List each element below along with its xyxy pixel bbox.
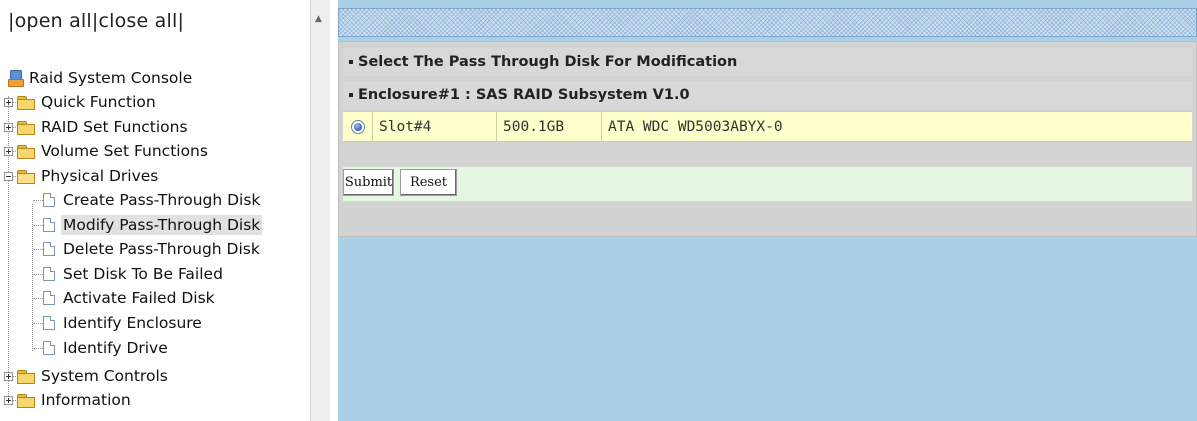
separator: |: [177, 10, 185, 32]
tree-item-identify-drive[interactable]: Identify Drive: [43, 336, 170, 360]
folder-icon: [17, 120, 35, 135]
tree-item-information[interactable]: Information: [4, 388, 133, 412]
folder-icon: [17, 393, 35, 408]
page-icon: [43, 242, 55, 256]
enclosure-header: Enclosure#1 : SAS RAID Subsystem V1.0: [343, 81, 1192, 109]
page-icon: [43, 291, 55, 305]
tree-root[interactable]: Raid System Console: [0, 66, 194, 90]
page-icon: [43, 341, 55, 355]
panel-footer: [343, 208, 1192, 232]
tree-item-system-controls[interactable]: System Controls: [4, 364, 170, 388]
top-banner: [338, 8, 1197, 37]
panel-header: Select The Pass Through Disk For Modific…: [343, 48, 1192, 76]
folder-open-icon: [17, 169, 35, 184]
tree-item-activate-failed-disk[interactable]: Activate Failed Disk: [43, 286, 217, 310]
bullet-icon: [349, 93, 353, 97]
drive-radio-button[interactable]: [351, 119, 365, 134]
tree-item-label: Delete Pass-Through Disk: [63, 240, 260, 258]
page-icon: [43, 193, 55, 207]
tree-item-volume-set-functions[interactable]: Volume Set Functions: [4, 139, 210, 163]
modify-pass-through-panel: Select The Pass Through Disk For Modific…: [338, 41, 1197, 237]
frame-divider: [330, 0, 338, 421]
tree-item-label: Volume Set Functions: [41, 142, 208, 160]
page-icon: [43, 267, 55, 281]
tree-item-label: Modify Pass-Through Disk: [61, 215, 263, 235]
tree-item-set-disk-to-be-failed[interactable]: Set Disk To Be Failed: [43, 262, 225, 286]
separator: |: [8, 10, 15, 32]
page-icon: [43, 316, 55, 330]
tree-item-label: System Controls: [41, 367, 168, 385]
drive-row[interactable]: Slot#4 500.1GB ATA WDC WD5003ABYX-0: [343, 111, 1192, 142]
submit-button[interactable]: Submit: [343, 169, 394, 196]
open-close-links: |open all|close all|: [8, 10, 184, 32]
tree-item-quick-function[interactable]: Quick Function: [4, 90, 158, 114]
drive-slot: Slot#4: [373, 112, 497, 141]
reset-button[interactable]: Reset: [400, 169, 457, 196]
tree-item-label: Physical Drives: [41, 167, 159, 185]
open-all-link[interactable]: open all: [15, 10, 92, 32]
page-icon: [43, 218, 55, 232]
expand-icon[interactable]: [4, 371, 13, 381]
tree-item-physical-drives[interactable]: Physical Drives: [4, 164, 160, 188]
vertical-scrollbar[interactable]: ▲: [310, 0, 331, 421]
close-all-link[interactable]: close all: [98, 10, 177, 32]
folder-icon: [17, 369, 35, 384]
navigation-pane: |open all|close all| Raid System Console…: [0, 0, 310, 421]
content-frame: Select The Pass Through Disk For Modific…: [338, 0, 1197, 421]
folder-icon: [17, 95, 35, 110]
tree-item-label: Set Disk To Be Failed: [63, 265, 223, 283]
tree-item-label: Create Pass-Through Disk: [63, 191, 261, 209]
tree-item-identify-enclosure[interactable]: Identify Enclosure: [43, 311, 204, 335]
drive-model: ATA WDC WD5003ABYX-0: [608, 118, 783, 135]
tree-root-label: Raid System Console: [29, 69, 193, 87]
expand-icon[interactable]: [4, 97, 13, 107]
collapse-icon[interactable]: [4, 171, 13, 181]
tree-item-create-pass-through-disk[interactable]: Create Pass-Through Disk: [43, 188, 262, 212]
enclosure-title: Enclosure#1 : SAS RAID Subsystem V1.0: [358, 87, 690, 103]
tree-item-label: Information: [41, 391, 131, 409]
raid-console-icon: [8, 70, 24, 87]
tree-item-label: Identify Enclosure: [63, 314, 202, 332]
drive-capacity: 500.1GB: [497, 112, 602, 141]
button-row: Submit Reset: [343, 167, 1192, 201]
tree-item-label: Quick Function: [41, 93, 156, 111]
folder-icon: [17, 144, 35, 159]
tree-item-label: RAID Set Functions: [41, 118, 188, 136]
tree-item-label: Identify Drive: [63, 339, 168, 357]
scroll-up-arrow-icon[interactable]: ▲: [315, 14, 322, 24]
panel-title: Select The Pass Through Disk For Modific…: [358, 54, 738, 70]
drive-select-cell[interactable]: [343, 112, 373, 141]
tree-item-raid-set-functions[interactable]: RAID Set Functions: [4, 115, 190, 139]
expand-icon[interactable]: [4, 395, 13, 405]
expand-icon[interactable]: [4, 146, 13, 156]
tree-item-label: Activate Failed Disk: [63, 289, 215, 307]
tree-item-delete-pass-through-disk[interactable]: Delete Pass-Through Disk: [43, 237, 262, 261]
expand-icon[interactable]: [4, 122, 13, 132]
bullet-icon: [349, 60, 353, 64]
tree-item-modify-pass-through-disk[interactable]: Modify Pass-Through Disk: [43, 213, 263, 237]
